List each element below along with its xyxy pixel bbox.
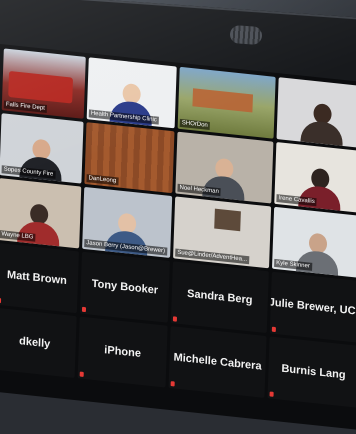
video-tile[interactable]: [276, 77, 356, 149]
muted-mic-icon: [170, 381, 175, 387]
video-tile[interactable]: Health Partnership Clinic: [86, 57, 177, 129]
video-tile[interactable]: Irene Cavallis: [274, 142, 356, 214]
participant-name: Michelle Cabrera: [173, 351, 262, 373]
muted-mic-icon: [79, 371, 84, 377]
video-tile[interactable]: Falls Fire Dept: [1, 48, 86, 119]
participant-name: dkelly: [18, 335, 51, 351]
video-tile[interactable]: Sopes County Fire: [0, 113, 84, 184]
participant-name: Sandra Berg: [186, 287, 253, 307]
wall-picture-image: [214, 208, 241, 232]
participant-label: DanLeong: [86, 174, 119, 186]
video-call-gallery: Falls Fire Dept Health Partnership Clini…: [0, 44, 356, 434]
muted-mic-icon: [172, 316, 178, 322]
participant-name: Julie Brewer, UCS: [269, 296, 356, 319]
participant-name: Matt Brown: [6, 268, 68, 288]
video-tile-camera-off[interactable]: Tony Booker: [79, 251, 170, 323]
video-tile-camera-off[interactable]: dkelly: [0, 307, 77, 379]
video-tile[interactable]: Sue@Linder/AdventHea...: [173, 196, 272, 269]
video-tile-camera-off[interactable]: Sandra Berg: [170, 261, 269, 334]
video-tile[interactable]: Wayne LBG: [0, 178, 82, 249]
muted-mic-icon: [81, 306, 87, 313]
muted-mic-icon: [271, 326, 276, 333]
video-tile-camera-off[interactable]: iPhone: [77, 316, 168, 388]
participant-label: SHOrDon: [179, 118, 210, 131]
participant-label: Falls Fire Dept: [3, 100, 48, 113]
campus-building-image: [192, 88, 254, 113]
video-tile[interactable]: Kyle Skinner: [271, 206, 356, 279]
video-tile[interactable]: Noel Heckman: [175, 131, 274, 204]
video-tile-camera-off[interactable]: Burnis Lang: [267, 336, 356, 408]
participant-name: Burnis Lang: [281, 362, 346, 382]
muted-mic-icon: [269, 391, 274, 397]
fire-truck-image: [8, 70, 74, 104]
participant-avatar: [300, 102, 344, 146]
muted-mic-icon: [0, 297, 2, 304]
video-tile[interactable]: Jason Berry (Jason@Brewer): [82, 186, 173, 258]
video-tile-camera-off[interactable]: Michelle Cabrera: [168, 326, 267, 398]
participant-name: iPhone: [104, 344, 142, 360]
video-tile[interactable]: SHOrDon: [177, 66, 276, 139]
participant-name: Tony Booker: [91, 277, 159, 297]
video-tile-camera-off[interactable]: Matt Brown: [0, 242, 80, 314]
webcam-cover-icon: [229, 24, 263, 46]
video-tile-camera-off[interactable]: Julie Brewer, UCS: [269, 271, 356, 343]
video-tile[interactable]: DanLeong: [84, 122, 175, 194]
